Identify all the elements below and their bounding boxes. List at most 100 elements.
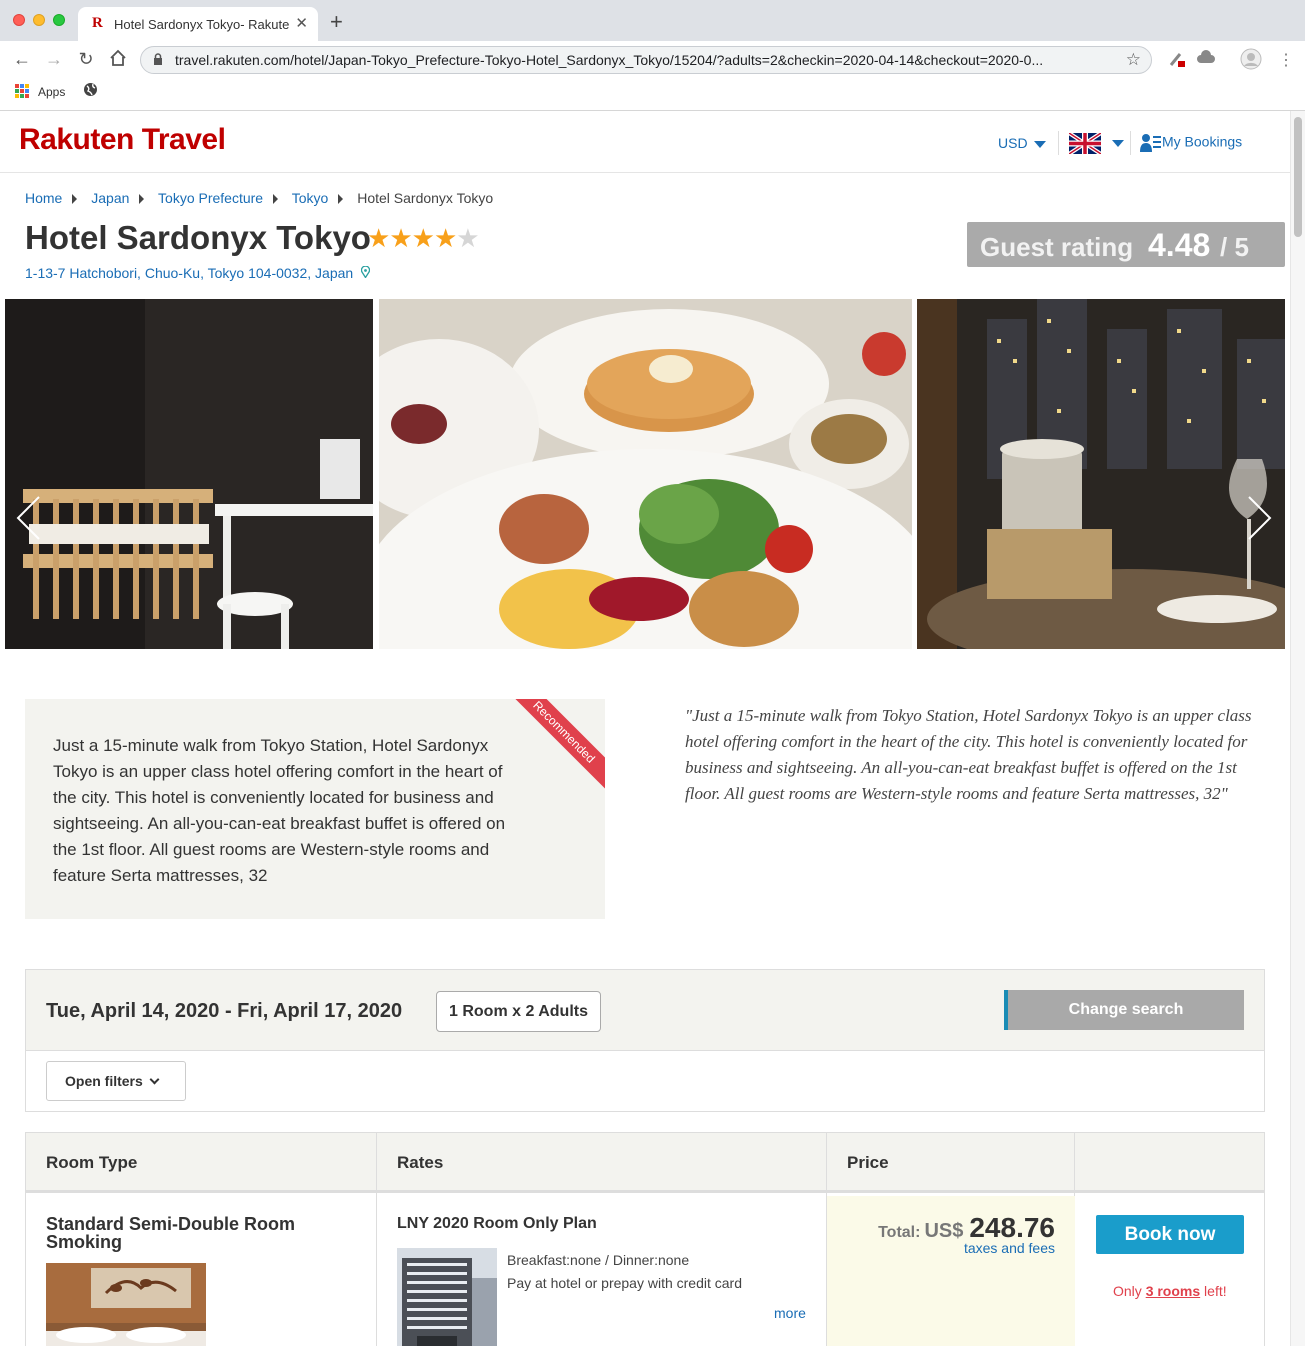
breadcrumb-current: Hotel Sardonyx Tokyo: [357, 190, 494, 206]
star-icon: ★: [433, 223, 457, 253]
stay-dates: Tue, April 14, 2020 - Fri, April 17, 202…: [46, 1000, 403, 1022]
open-filters-button[interactable]: Open filters: [46, 1061, 186, 1101]
column-header-price: Price: [847, 1153, 889, 1172]
chevron-down-icon: [1033, 140, 1046, 148]
currency-selector[interactable]: USD: [998, 135, 1046, 151]
book-now-button[interactable]: Book now: [1096, 1215, 1244, 1254]
occupancy-button[interactable]: 1 Room x 2 Adults: [436, 991, 601, 1032]
address-bar[interactable]: travel.rakuten.com/hotel/Japan-Tokyo_Pre…: [140, 46, 1152, 74]
rate-plan-name[interactable]: LNY 2020 Room Only Plan: [397, 1215, 597, 1233]
rooms-left-suffix: left!: [1200, 1283, 1227, 1299]
profile-avatar[interactable]: [1240, 48, 1262, 75]
rate-plan-details: Breakfast:none / Dinner:none Pay at hote…: [507, 1249, 742, 1295]
user-icon: [1140, 133, 1161, 153]
browser-tab[interactable]: R Hotel Sardonyx Tokyo- Rakuten ✕: [78, 7, 318, 41]
rooms-table: Room Type Rates Price Standard Semi-Doub…: [25, 1132, 1265, 1346]
cloud-extension-icon[interactable]: [1197, 50, 1215, 69]
new-tab-button[interactable]: +: [330, 11, 343, 33]
chevron-right-icon[interactable]: [1247, 492, 1273, 554]
breadcrumb-tokyo-prefecture[interactable]: Tokyo Prefecture: [158, 190, 263, 206]
extension-icon[interactable]: [1168, 50, 1186, 73]
breadcrumb-japan[interactable]: Japan: [91, 190, 129, 206]
apps-bookmark[interactable]: Apps: [38, 85, 65, 99]
breadcrumb-separator-icon: [273, 194, 279, 205]
table-header-row: Room Type Rates Price: [26, 1133, 1264, 1193]
forward-icon[interactable]: →: [43, 49, 65, 70]
globe-icon[interactable]: [83, 82, 98, 101]
hotel-building-photo[interactable]: [397, 1248, 497, 1346]
star-icon: ★: [389, 223, 412, 253]
column-header-room-type: Room Type: [46, 1153, 138, 1172]
minimize-window-button[interactable]: [33, 14, 45, 26]
hotel-address-link[interactable]: 1-13-7 Hatchobori, Chuo-Ku, Tokyo 104-00…: [25, 265, 370, 281]
search-summary-panel: Tue, April 14, 2020 - Fri, April 17, 202…: [25, 969, 1265, 1112]
payment-info: Pay at hotel or prepay with credit card: [507, 1275, 743, 1291]
gallery-photo-breakfast[interactable]: [379, 299, 912, 649]
rooms-left-notice: Only 3 rooms left!: [1113, 1283, 1227, 1299]
rakuten-favicon-icon: R: [92, 15, 103, 31]
my-bookings-label: My Bookings: [1162, 133, 1243, 150]
uk-flag-icon[interactable]: [1069, 133, 1101, 154]
star-rating: ★★★★★: [367, 223, 480, 254]
zoom-window-button[interactable]: [53, 14, 65, 26]
price-amount: 248.76: [969, 1212, 1055, 1243]
open-filters-label: Open filters: [65, 1073, 143, 1089]
breadcrumb-separator-icon: [139, 194, 145, 205]
hotel-quote: "Just a 15-minute walk from Tokyo Statio…: [685, 706, 1252, 803]
star-empty-icon: ★: [456, 223, 479, 253]
hotel-address: 1-13-7 Hatchobori, Chuo-Ku, Tokyo 104-00…: [25, 265, 354, 281]
lock-icon: [153, 53, 163, 69]
browser-chrome: R Hotel Sardonyx Tokyo- Rakuten ✕ + ← → …: [0, 0, 1305, 111]
tab-strip: R Hotel Sardonyx Tokyo- Rakuten ✕ +: [0, 0, 1305, 41]
rooms-left-count[interactable]: 3 rooms: [1146, 1283, 1200, 1299]
breadcrumb-separator-icon: [338, 194, 344, 205]
page-scrollbar[interactable]: [1290, 111, 1305, 1346]
divider: [1058, 131, 1059, 155]
scrollbar-thumb[interactable]: [1294, 117, 1302, 237]
apps-icon[interactable]: [15, 84, 29, 98]
home-icon[interactable]: [107, 49, 129, 72]
change-search-button[interactable]: Change search: [1004, 990, 1244, 1030]
breadcrumb-home[interactable]: Home: [25, 190, 62, 206]
total-label: Total:: [878, 1224, 921, 1241]
photo-gallery: [5, 299, 1285, 649]
guest-rating-badge: Guest rating 4.48 / 5: [967, 222, 1285, 267]
chevron-down-icon: [1112, 140, 1124, 148]
tab-title: Hotel Sardonyx Tokyo- Rakuten: [114, 17, 289, 32]
hotel-description-card: Recommended Just a 15-minute walk from T…: [25, 699, 605, 919]
more-link[interactable]: more: [774, 1305, 806, 1321]
rakuten-travel-logo[interactable]: Rakuten Travel: [19, 123, 226, 157]
gallery-photo-night-view[interactable]: [917, 299, 1285, 649]
room-photo[interactable]: [46, 1263, 206, 1346]
breadcrumb-tokyo[interactable]: Tokyo: [292, 190, 329, 206]
column-header-rates: Rates: [397, 1153, 444, 1172]
rooms-left-prefix: Only: [1113, 1283, 1146, 1299]
search-summary-bar: Tue, April 14, 2020 - Fri, April 17, 202…: [26, 970, 1264, 1051]
column-divider: [376, 1133, 377, 1346]
url-text: travel.rakuten.com/hotel/Japan-Tokyo_Pre…: [175, 52, 1044, 68]
guest-rating-max: / 5: [1220, 232, 1249, 262]
star-icon: ★: [411, 223, 435, 253]
room-type-name[interactable]: Standard Semi-Double Room Smoking: [46, 1215, 346, 1251]
guest-rating-value: 4.48: [1148, 227, 1211, 263]
bookmark-star-icon[interactable]: ☆: [1126, 50, 1141, 70]
page-content: Rakuten Travel USD My Bookings Home Japa…: [0, 111, 1290, 1346]
star-icon: ★: [367, 223, 390, 253]
meal-info: Breakfast:none / Dinner:none: [507, 1252, 690, 1268]
breadcrumb-separator-icon: [72, 194, 78, 205]
taxes-and-fees-link[interactable]: taxes and fees: [964, 1240, 1055, 1256]
back-icon[interactable]: ←: [11, 49, 33, 70]
tab-close-icon[interactable]: ✕: [295, 14, 308, 32]
price-cell: Total: US$ 248.76 taxes and fees: [827, 1196, 1075, 1346]
language-selector[interactable]: [1106, 135, 1124, 153]
price-currency: US$: [924, 1220, 964, 1242]
gallery-photo-room[interactable]: [5, 299, 373, 649]
my-bookings-link[interactable]: My Bookings: [1140, 133, 1242, 153]
breadcrumb: Home Japan Tokyo Prefecture Tokyo Hotel …: [25, 190, 493, 206]
close-window-button[interactable]: [13, 14, 25, 26]
chevron-left-icon[interactable]: [15, 492, 41, 554]
map-pin-icon: [357, 265, 370, 281]
site-header: Rakuten Travel USD My Bookings: [0, 111, 1290, 173]
browser-menu-icon[interactable]: ⋮: [1278, 50, 1294, 70]
reload-icon[interactable]: ↻: [75, 49, 97, 70]
